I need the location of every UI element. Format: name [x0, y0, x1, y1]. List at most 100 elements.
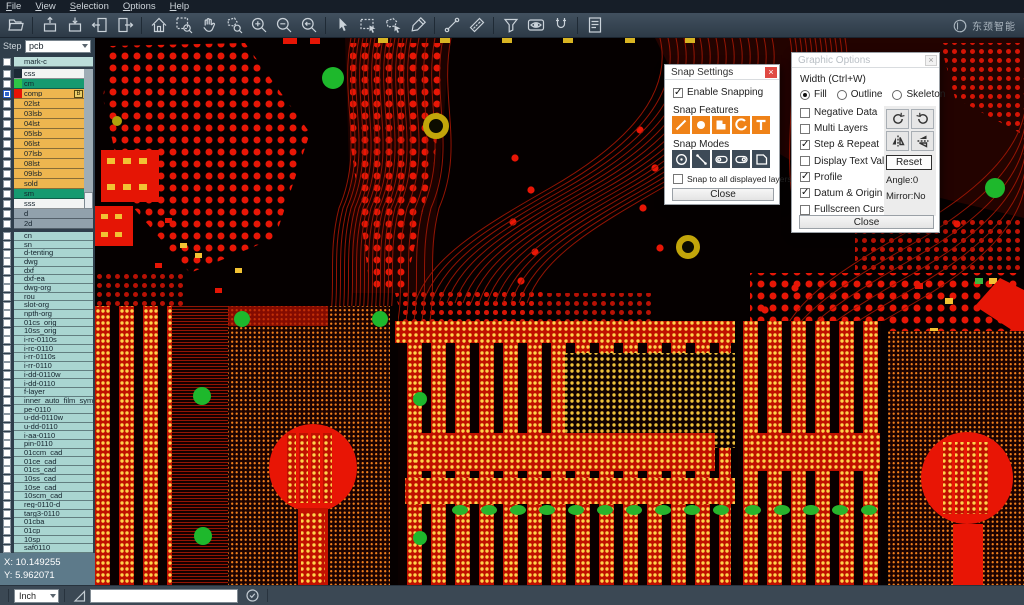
reset-button[interactable]: Reset [886, 155, 932, 170]
layer-visibility-checkbox[interactable] [0, 353, 14, 362]
snap-corner-button[interactable] [752, 150, 770, 168]
layer-visibility-checkbox[interactable] [0, 249, 14, 258]
zoom-in-icon[interactable] [246, 14, 271, 36]
snap-arc-button[interactable] [732, 116, 750, 134]
corner-page-icon[interactable] [70, 587, 90, 605]
layer-visibility-checkbox[interactable] [0, 492, 14, 501]
layer-row-2d[interactable]: 2d [0, 219, 95, 229]
layer-visibility-checkbox[interactable] [0, 293, 14, 302]
layer-row-dxf-ea[interactable]: dxf-ea [0, 275, 95, 284]
report-icon[interactable] [582, 14, 607, 36]
snap-close-button[interactable]: Close [672, 188, 774, 201]
measure-ruler-icon[interactable] [464, 14, 489, 36]
layer-visibility-checkbox[interactable] [0, 159, 14, 169]
zoom-previous-icon[interactable] [296, 14, 321, 36]
layer-row-sn[interactable]: sn [0, 241, 95, 250]
step-select[interactable]: pcb [25, 40, 91, 53]
layer-visibility-checkbox[interactable] [0, 440, 14, 449]
pan-hand-icon[interactable] [196, 14, 221, 36]
layer-row-cm[interactable]: cm [0, 79, 95, 89]
layer-visibility-checkbox[interactable] [0, 527, 14, 536]
graphic-checkbox-step-repeat[interactable]: Step & Repeat [800, 139, 895, 150]
layer-visibility-checkbox[interactable] [0, 536, 14, 545]
layer-row-comp[interactable]: compB [0, 89, 95, 99]
layer-row-10ss_cad[interactable]: 10ss_cad [0, 475, 95, 484]
layer-row-f-layer[interactable]: f-layer [0, 388, 95, 397]
layer-row-reg-0110-d[interactable]: reg-0110-d [0, 501, 95, 510]
layer-visibility-checkbox[interactable] [0, 388, 14, 397]
layer-row-09lsb[interactable]: 09lsb [0, 169, 95, 179]
layer-row-i-aa-0110[interactable]: i-aa-0110 [0, 431, 95, 440]
layer-row-i-rc-0110s[interactable]: i-rc-0110s [0, 336, 95, 345]
layer-visibility-checkbox[interactable] [0, 267, 14, 276]
layer-row-03lsb[interactable]: 03lsb [0, 109, 95, 119]
zoom-window-icon[interactable] [171, 14, 196, 36]
layer-visibility-checkbox[interactable] [0, 284, 14, 293]
layer-visibility-checkbox[interactable] [0, 232, 14, 241]
layer-row-targ3-0110[interactable]: targ3-0110 [0, 510, 95, 519]
layer-row-mark-c[interactable]: mark-c [0, 57, 95, 67]
snap-pad-button[interactable] [712, 116, 730, 134]
layer-visibility-checkbox[interactable] [0, 362, 14, 371]
snap-dialog-titlebar[interactable]: Snap Settings × [665, 65, 779, 80]
layer-row-u-dd-0110w[interactable]: u-dd-0110w [0, 414, 95, 423]
layer-visibility-checkbox[interactable] [0, 475, 14, 484]
command-input[interactable] [90, 589, 238, 603]
layer-row-pin-0110[interactable]: pin-0110 [0, 440, 95, 449]
layer-row-i-dd-0110[interactable]: i-dd-0110 [0, 379, 95, 388]
checkbox[interactable] [673, 174, 683, 184]
layer-visibility-checkbox[interactable] [0, 371, 14, 380]
layer-row-sss[interactable]: sss [0, 199, 95, 209]
layer-row-pe-0110[interactable]: pe-0110 [0, 405, 95, 414]
enable-snapping-checkbox[interactable]: Enable Snapping [673, 87, 763, 98]
layer-visibility-checkbox[interactable] [0, 466, 14, 475]
layer-visibility-checkbox[interactable] [0, 241, 14, 250]
layer-row-cn[interactable]: cn [0, 232, 95, 241]
layer-visibility-checkbox[interactable] [0, 69, 14, 79]
menu-selection[interactable]: Selection [70, 0, 109, 13]
layer-visibility-checkbox[interactable] [0, 189, 14, 199]
layer-visibility-checkbox[interactable] [0, 518, 14, 527]
layer-row-01ccm_cad[interactable]: 01ccm_cad [0, 449, 95, 458]
measure-point-icon[interactable] [439, 14, 464, 36]
layer-row-css[interactable]: css [0, 69, 95, 79]
layer-visibility-checkbox[interactable] [0, 169, 14, 179]
graphic-checkbox-profile[interactable]: Profile [800, 172, 895, 183]
layer-visibility-checkbox[interactable] [0, 129, 14, 139]
close-icon[interactable]: × [765, 67, 777, 78]
layer-row-05lsb[interactable]: 05lsb [0, 129, 95, 139]
layer-row-01cp[interactable]: 01cp [0, 527, 95, 536]
layer-visibility-checkbox[interactable] [0, 397, 14, 406]
layer-row-10sp[interactable]: 10sp [0, 536, 95, 545]
menu-view[interactable]: View [35, 0, 55, 13]
circle-check-icon[interactable] [242, 587, 262, 605]
layer-visibility-checkbox[interactable] [0, 109, 14, 119]
layer-visibility-checkbox[interactable] [0, 405, 14, 414]
layer-visibility-checkbox[interactable] [0, 510, 14, 519]
layer-visibility-checkbox[interactable] [0, 319, 14, 328]
box-arrow-up-icon[interactable] [37, 14, 62, 36]
layer-visibility-checkbox[interactable] [0, 79, 14, 89]
snap-slot-hole-button[interactable] [712, 150, 730, 168]
layer-row-npth-org[interactable]: npth-org [0, 310, 95, 319]
layer-row-01cba[interactable]: 01cba [0, 518, 95, 527]
rotate-cw-icon[interactable] [886, 109, 909, 129]
layer-row-07lsb[interactable]: 07lsb [0, 149, 95, 159]
layer-row-slot-org[interactable]: slot-org [0, 301, 95, 310]
eye-icon[interactable] [523, 14, 548, 36]
layer-visibility-checkbox[interactable] [0, 139, 14, 149]
snap-center-button[interactable] [672, 150, 690, 168]
layer-row-i-dd-0110w[interactable]: i-dd-0110w [0, 371, 95, 380]
menu-file[interactable]: File [6, 0, 21, 13]
layer-list-scrollbar[interactable] [84, 69, 93, 209]
brush-icon[interactable] [405, 14, 430, 36]
layer-row-10se_cad[interactable]: 10se_cad [0, 483, 95, 492]
layer-visibility-checkbox[interactable] [0, 149, 14, 159]
layer-row-u-dd-0110[interactable]: u-dd-0110 [0, 423, 95, 432]
rotate-ccw-icon[interactable] [911, 109, 934, 129]
layer-row-01cs_cad[interactable]: 01cs_cad [0, 466, 95, 475]
zoom-out-icon[interactable] [271, 14, 296, 36]
scrollbar-thumb[interactable] [84, 192, 93, 209]
radio-fill[interactable]: Fill [800, 89, 827, 100]
layer-row-02lst[interactable]: 02lst [0, 99, 95, 109]
